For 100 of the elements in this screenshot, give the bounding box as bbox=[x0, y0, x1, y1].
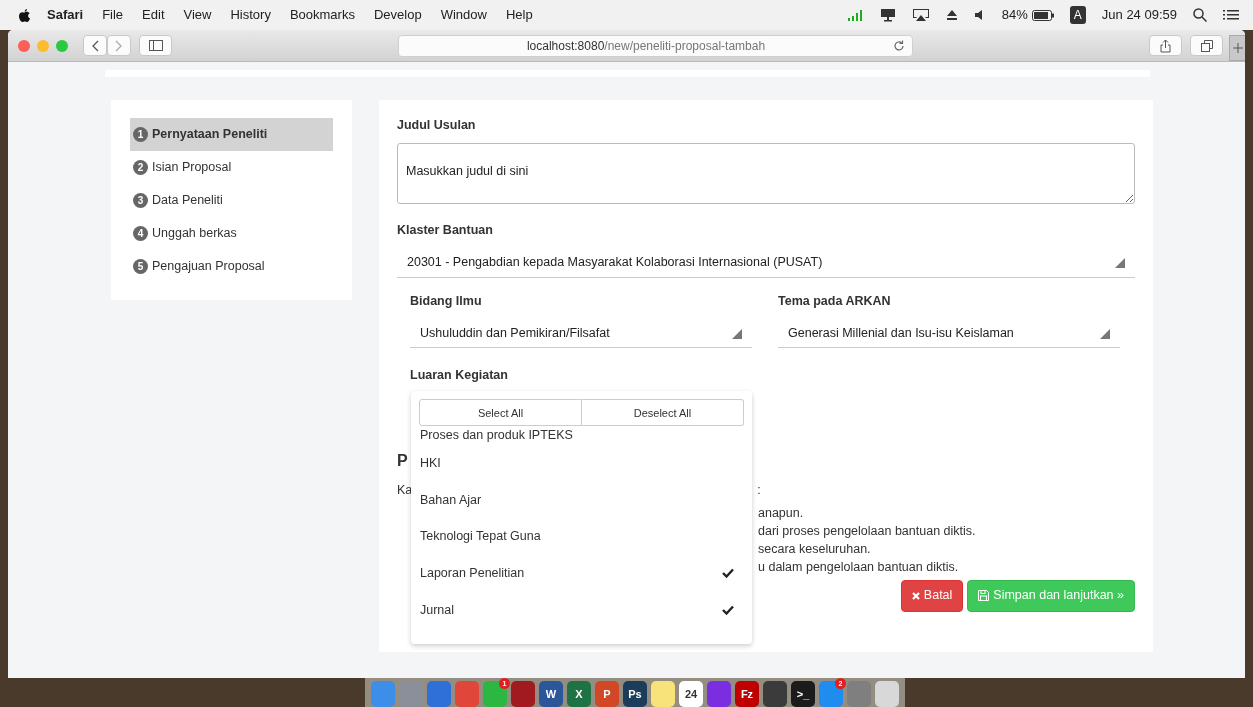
select-all-button[interactable]: Select All bbox=[419, 399, 582, 427]
dock-app-icon[interactable]: 24 bbox=[679, 681, 703, 707]
dock-app-icon[interactable] bbox=[511, 681, 535, 707]
new-tab-button[interactable] bbox=[1229, 35, 1245, 61]
form-label: Tema pada ARKAN bbox=[778, 292, 892, 310]
step-label: Pengajuan Proposal bbox=[152, 258, 265, 276]
form-label: Bidang Ilmu bbox=[410, 292, 483, 310]
share-icon bbox=[1160, 38, 1171, 53]
tabs-button[interactable] bbox=[1190, 35, 1223, 56]
step-item[interactable]: 1 Pernyataan Peneliti bbox=[130, 118, 333, 151]
menu-item[interactable]: Edit bbox=[142, 5, 165, 25]
dock-app-icon[interactable] bbox=[763, 681, 787, 707]
dropdown-option[interactable]: Laporan Penelitian bbox=[419, 555, 744, 592]
title-field[interactable]: Masukkan judul di sini bbox=[397, 142, 1135, 204]
battery-icon[interactable] bbox=[1031, 9, 1054, 21]
step-number: 3 bbox=[133, 193, 148, 208]
step-number: 1 bbox=[133, 127, 148, 142]
option-label: Laporan Penelitian bbox=[420, 564, 525, 582]
statement-line: u dalam pengelolaan bantuan diktis. bbox=[758, 558, 960, 576]
check-icon bbox=[722, 604, 734, 615]
dock-app-icon[interactable]: Ps bbox=[623, 681, 647, 707]
back-icon bbox=[91, 39, 99, 52]
apple-icon bbox=[18, 7, 31, 23]
select-field[interactable]: Ushuluddin dan Pemikiran/Filsafat bbox=[410, 320, 752, 349]
select-value: 20301 - Pengabdian kepada Masyarakat Kolaborasi Internasional (PUSAT) bbox=[407, 254, 823, 272]
share-button[interactable] bbox=[1149, 35, 1182, 56]
step-number: 5 bbox=[133, 259, 148, 274]
airplay-icon[interactable] bbox=[911, 8, 930, 22]
dock-app-icon[interactable] bbox=[707, 681, 731, 707]
step-item[interactable]: 5 Pengajuan Proposal bbox=[130, 250, 333, 283]
list-icon[interactable] bbox=[1223, 9, 1239, 21]
step-item[interactable]: 2 Isian Proposal bbox=[130, 151, 333, 184]
dock-app-icon[interactable]: W bbox=[539, 681, 563, 707]
select-value: Generasi Millenial dan Isu-isu Keislaman bbox=[788, 325, 1014, 343]
menu-item[interactable]: Help bbox=[505, 5, 533, 25]
dock-app-icon[interactable]: >_ bbox=[791, 681, 815, 707]
dropdown-option[interactable]: Jurnal bbox=[419, 591, 744, 629]
address-bar[interactable]: localhost:8080/new/peneliti-proposal-tambah bbox=[398, 34, 913, 57]
url-text: localhost:8080/new/peneliti-proposal-tambah bbox=[525, 37, 767, 55]
search-icon[interactable] bbox=[1193, 8, 1207, 22]
menu-item[interactable]: Bookmarks bbox=[289, 5, 355, 25]
step-label: Unggah berkas bbox=[152, 225, 237, 243]
menu-item[interactable]: History bbox=[230, 5, 271, 25]
check-icon bbox=[722, 568, 734, 579]
dropdown-arrow-icon bbox=[1100, 328, 1110, 339]
step-item[interactable]: 3 Data Peneliti bbox=[130, 184, 333, 217]
step-label: Isian Proposal bbox=[152, 159, 232, 177]
dropdown-option[interactable]: Proses dan produk IPTEKS bbox=[419, 426, 744, 446]
forward-icon bbox=[115, 39, 123, 52]
select-field[interactable]: Generasi Millenial dan Isu-isu Keislaman bbox=[778, 320, 1120, 349]
dock-app-icon[interactable]: X bbox=[567, 681, 591, 707]
sidebar-button[interactable] bbox=[139, 35, 172, 56]
option-label: Jurnal bbox=[420, 601, 455, 619]
select-value: Ushuluddin dan Pemikiran/Filsafat bbox=[420, 325, 610, 343]
input-source-indicator[interactable]: A bbox=[1069, 6, 1086, 24]
monitor-icon[interactable] bbox=[879, 8, 896, 22]
dock-app-icon[interactable] bbox=[875, 681, 899, 707]
statement-line: secara keseluruhan. bbox=[758, 540, 872, 558]
statement-line: anapun. bbox=[758, 504, 805, 522]
eject-icon[interactable] bbox=[945, 9, 958, 21]
step-number: 2 bbox=[133, 160, 148, 175]
menu-item[interactable]: Develop bbox=[373, 5, 422, 25]
intro-text: : bbox=[757, 482, 761, 499]
option-label: Teknologi Tepat Guna bbox=[420, 528, 541, 546]
menu-item[interactable]: View bbox=[183, 5, 212, 25]
step-item[interactable]: 4 Unggah berkas bbox=[130, 217, 333, 250]
step-number: 4 bbox=[133, 226, 148, 241]
dock-app-icon[interactable]: P bbox=[595, 681, 619, 707]
step-label: Data Peneliti bbox=[152, 192, 223, 210]
dropdown-option[interactable]: HKI bbox=[419, 445, 744, 482]
dropdown-arrow-icon bbox=[1115, 257, 1125, 268]
reload-icon[interactable] bbox=[893, 39, 905, 52]
menu-item[interactable]: Window bbox=[440, 5, 487, 25]
dock-app-icon[interactable]: Fz bbox=[735, 681, 759, 707]
statement-line: dari proses pengelolaan bantuan diktis. bbox=[758, 522, 977, 540]
dock-app-icon[interactable] bbox=[651, 681, 675, 707]
forward-button[interactable] bbox=[107, 35, 131, 56]
dock-app-icon[interactable] bbox=[427, 681, 451, 707]
dropdown-option[interactable]: Teknologi Tepat Guna bbox=[419, 518, 744, 556]
app-name[interactable]: Safari bbox=[47, 5, 84, 25]
sidebar-icon bbox=[148, 40, 163, 51]
form-label: Klaster Bantuan bbox=[397, 221, 494, 239]
option-label: HKI bbox=[420, 455, 441, 473]
cluster-select[interactable]: 20301 - Pengabdian kepada Masyarakat Kolaborasi Internasional (PUSAT) bbox=[397, 248, 1135, 278]
option-label: Bahan Ajar bbox=[420, 491, 482, 509]
dropdown-option[interactable]: Bahan Ajar bbox=[419, 481, 744, 519]
menu-item[interactable]: File bbox=[102, 5, 124, 25]
menubar-clock[interactable]: Jun 24 09:59 bbox=[1101, 5, 1177, 25]
cancel-button[interactable]: Batal bbox=[900, 579, 964, 612]
window-control-button[interactable] bbox=[56, 39, 68, 52]
back-button[interactable] bbox=[83, 35, 107, 56]
tabs-icon bbox=[1200, 39, 1213, 52]
step-label: Pernyataan Peneliti bbox=[152, 126, 268, 144]
deselect-all-button[interactable]: Deselect All bbox=[582, 399, 744, 427]
intro-text: Ka bbox=[397, 482, 413, 499]
window-control-button[interactable] bbox=[37, 39, 49, 52]
section-heading: P bbox=[397, 451, 409, 471]
option-label: Proses dan produk IPTEKS bbox=[420, 427, 573, 445]
window-control-button[interactable] bbox=[18, 39, 30, 52]
signal-icon[interactable] bbox=[847, 9, 864, 21]
